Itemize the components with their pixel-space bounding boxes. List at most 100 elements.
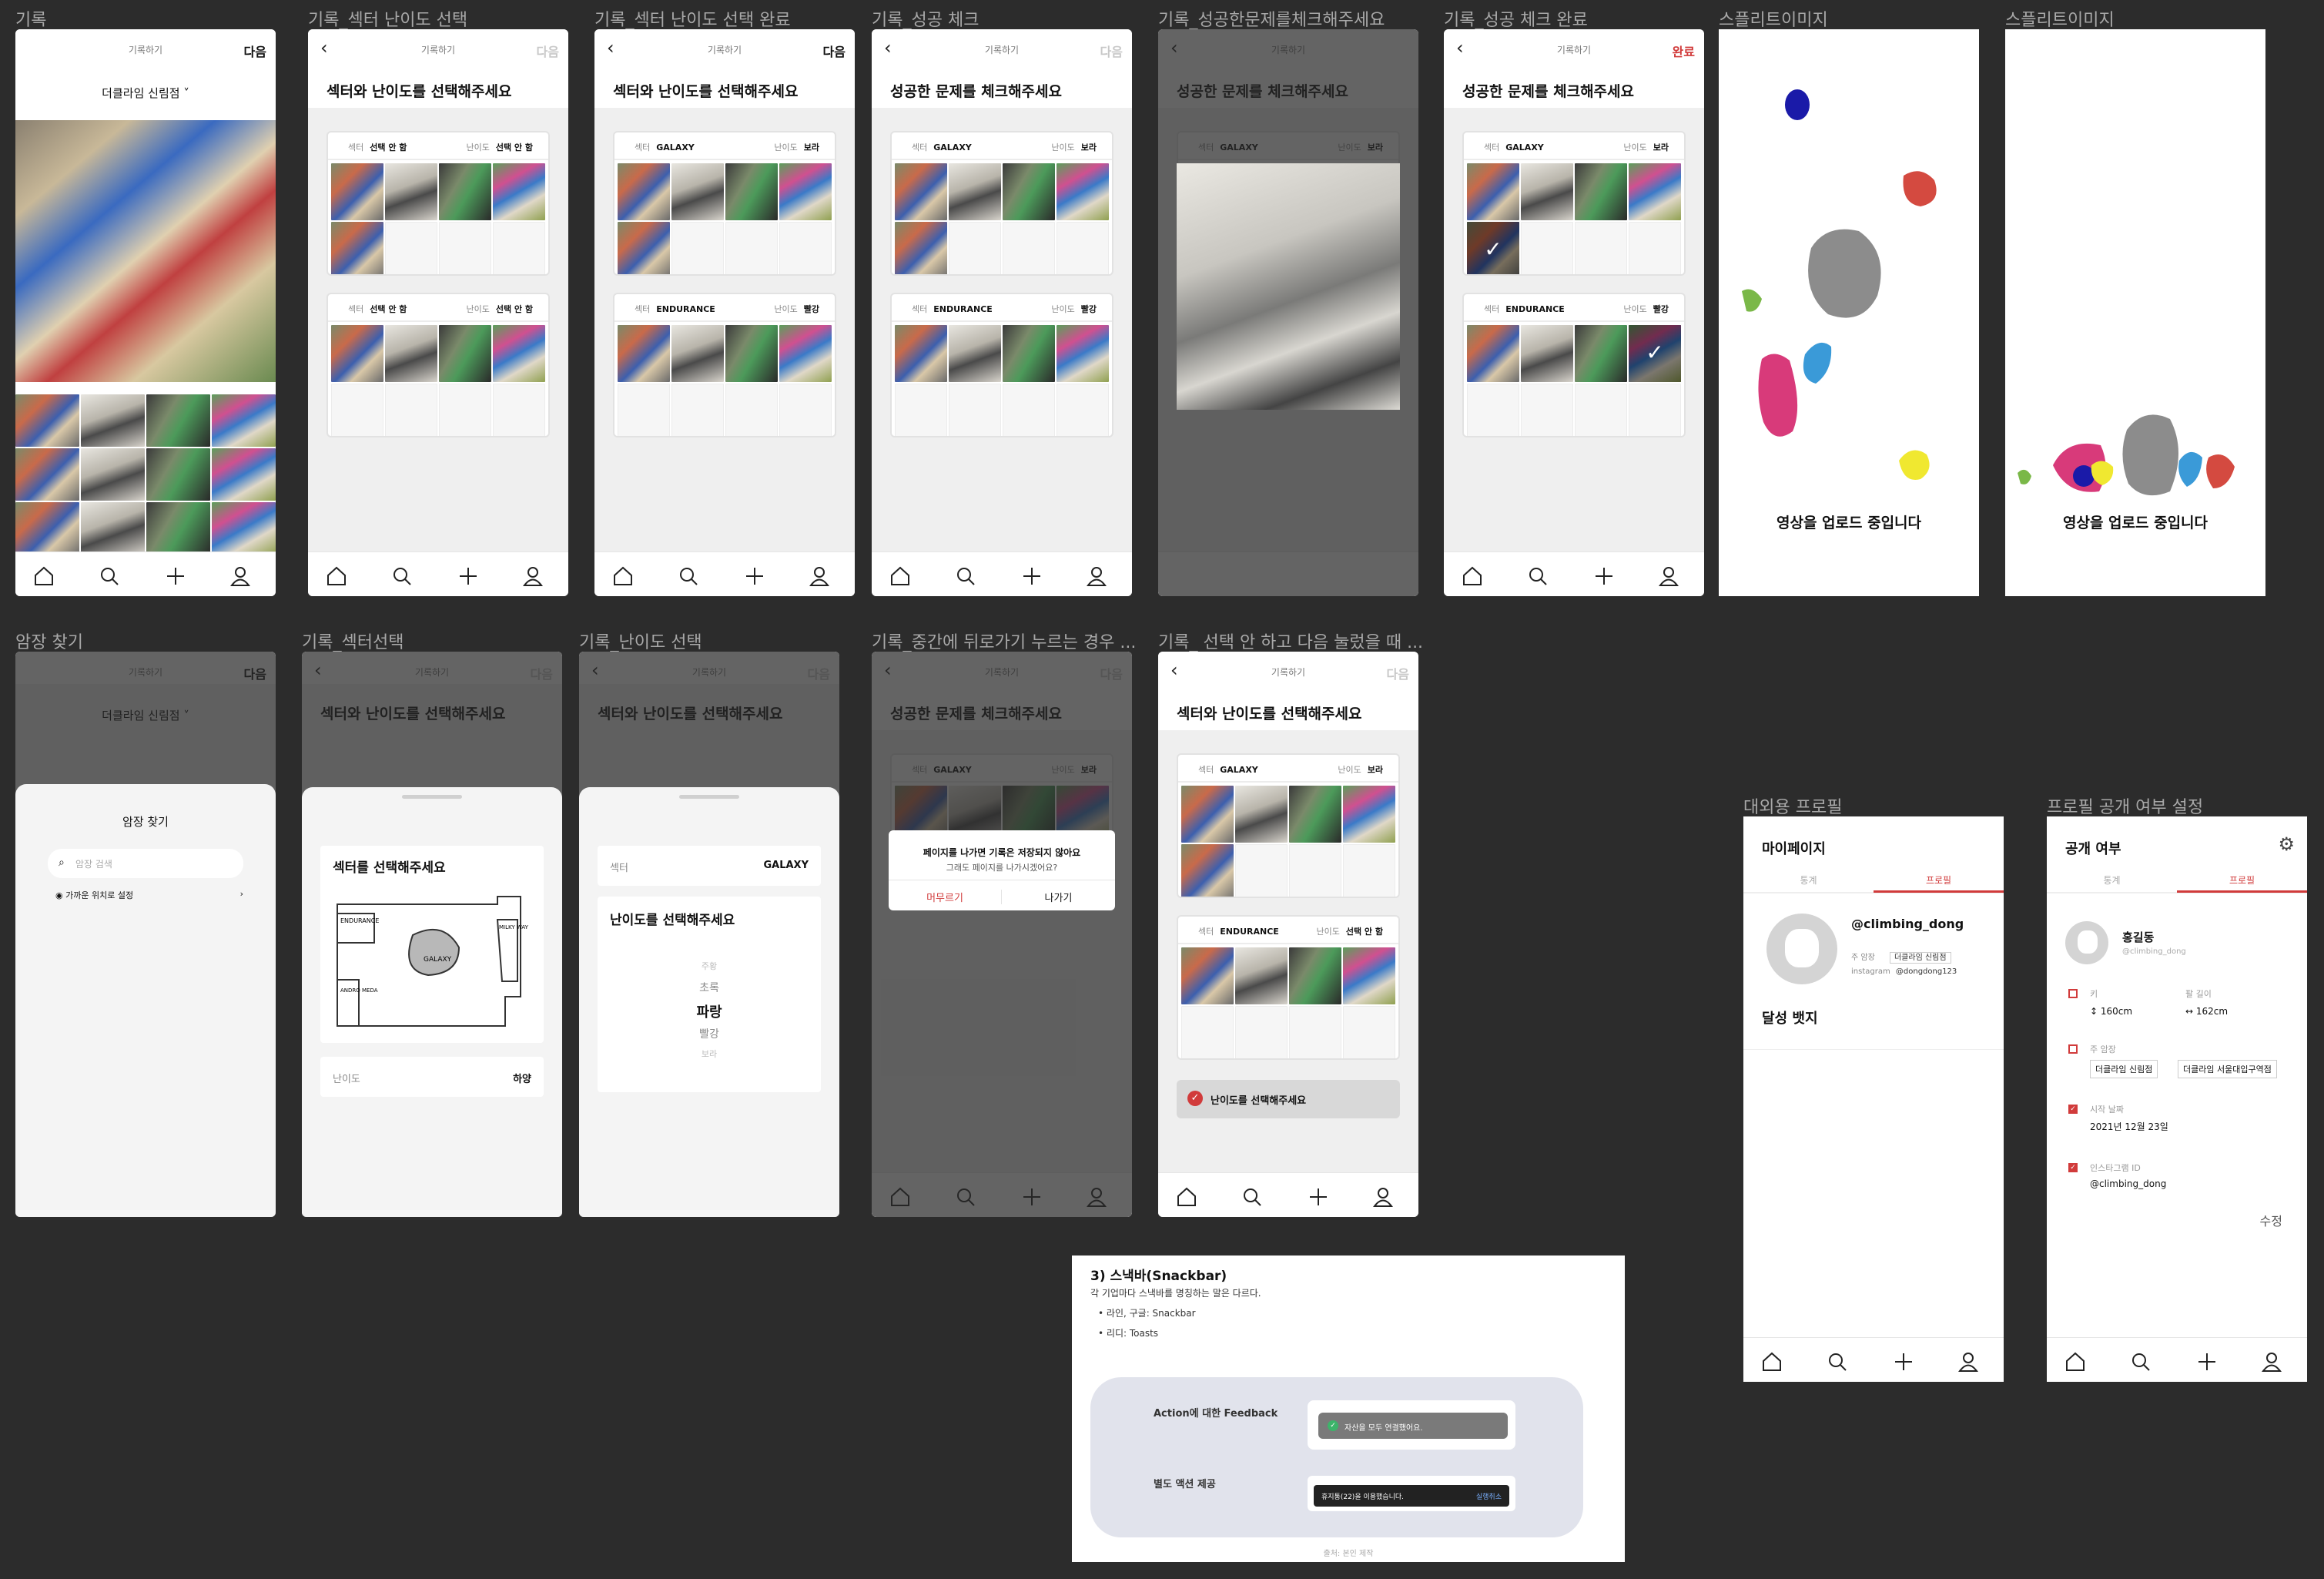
plus-icon[interactable] [164, 565, 187, 588]
plus-icon[interactable] [2195, 1350, 2219, 1373]
problem-card[interactable]: 섹터 GALAXY 난이도 보라 [1177, 753, 1400, 898]
search-icon[interactable] [1241, 1185, 1264, 1209]
tab-stats[interactable]: 통계 [1743, 873, 1874, 887]
search-input[interactable]: ⌕ 암장 검색 [48, 849, 243, 878]
done-button[interactable]: 완료 [1673, 42, 1695, 60]
plus-icon[interactable] [743, 565, 766, 588]
wheel-option[interactable]: 빨강 [598, 1026, 821, 1041]
checkbox-gym[interactable] [2068, 1044, 2078, 1054]
next-button[interactable]: 다음 [1100, 42, 1123, 60]
problem-card[interactable]: 섹터 ENDURANCE 난이도 빨강 [890, 293, 1113, 437]
user-icon[interactable] [2260, 1350, 2283, 1373]
checkbox-start-date[interactable]: ✓ [2068, 1105, 2078, 1114]
grade-row[interactable]: 난이도 하양 [320, 1057, 544, 1097]
exit-dialog: 페이지를 나가면 기록은 저장되지 않아요 그래도 페이지를 나가시겠어요? 머… [889, 830, 1115, 910]
snackbar-example-panel: Action에 대한 Feedback 별도 액션 제공 ✓ 자산을 모두 연결… [1090, 1377, 1583, 1537]
check-icon[interactable]: ✓ [1467, 222, 1519, 274]
screen-select-sector-grade: ‹ 기록하기 다음 섹터와 난이도를 선택해주세요 섹터 선택 안 함 난이도 선택 안 … [308, 29, 568, 596]
problem-card[interactable]: 섹터 ENDURANCE 난이도 빨강 [613, 293, 836, 437]
frame-label: 스플리트이미지 [2005, 11, 2115, 30]
photo-preview [1177, 163, 1400, 410]
frame-label: 기록_성공한문제를체크해주세요 [1158, 11, 1385, 30]
tab-stats[interactable]: 통계 [2047, 873, 2177, 887]
bottom-nav [308, 551, 568, 596]
home-icon[interactable] [1760, 1350, 1783, 1373]
wheel-option[interactable]: 주황 [598, 960, 821, 972]
gym-floor-map[interactable]: ENDURANCE GALAXY MILKY WAY ANDRO MEDA [328, 889, 536, 1028]
search-icon[interactable] [954, 565, 977, 588]
gym-chip: 더클라임 서울대입구역점 [2178, 1060, 2277, 1078]
wheel-option-selected[interactable]: 파랑 [598, 1001, 821, 1021]
screen-success-done: ‹ 기록하기 완료 성공한 문제를 체크해주세요 섹터 GALAXY 난이도 보라 ✓ 섹… [1444, 29, 1704, 596]
stay-button[interactable]: 머무르기 [889, 890, 1002, 904]
gym-selector[interactable]: 더클라임 신림점 ˅ [15, 85, 276, 101]
warning-snackbar: ✓ 난이도를 선택해주세요 [1177, 1080, 1400, 1118]
user-icon[interactable] [1957, 1350, 1980, 1373]
home-icon[interactable] [889, 565, 912, 588]
gym-name: 더클라임 신림점 [102, 86, 180, 100]
screen-gym-search: 기록하기다음 더클라임 신림점 ˅ 암장 찾기 ⌕ 암장 검색 ◉ 가까운 위치… [15, 652, 276, 1217]
home-icon[interactable] [1175, 1185, 1198, 1209]
page-title: 성공한 문제를 체크해주세요 [890, 83, 1062, 100]
plus-icon[interactable] [1892, 1350, 1915, 1373]
problem-card[interactable]: 섹터 GALAXY 난이도 보라 [613, 131, 836, 276]
problem-card[interactable]: 섹터 GALAXY 난이도 보라 [890, 131, 1113, 276]
leave-button[interactable]: 나가기 [1002, 890, 1115, 904]
user-icon[interactable] [229, 565, 252, 588]
gear-icon[interactable]: ⚙ [2278, 833, 2295, 855]
frame-label: 프로필 공개 여부 설정 [2047, 798, 2204, 817]
screen-grade-warning: ‹ 기록하기 다음 섹터와 난이도를 선택해주세요 섹터 GALAXY 난이도 보라 섹터… [1158, 652, 1418, 1217]
wheel-option[interactable]: 보라 [598, 1048, 821, 1060]
user-icon[interactable] [521, 565, 544, 588]
search-icon: ⌕ [59, 857, 65, 869]
plus-icon[interactable] [457, 565, 480, 588]
problem-card[interactable]: 섹터 선택 안 함 난이도 선택 안 함 [326, 293, 550, 437]
problem-card[interactable]: 섹터 GALAXY 난이도 보라 ✓ [1462, 131, 1686, 276]
undo-link[interactable]: 실행취소 [1476, 1491, 1502, 1501]
user-icon[interactable] [1371, 1185, 1395, 1209]
checkbox-instagram[interactable]: ✓ [2068, 1163, 2078, 1172]
next-button[interactable]: 다음 [244, 42, 266, 60]
plus-icon[interactable] [1592, 565, 1616, 588]
problem-card[interactable]: 섹터 선택 안 함 난이도 선택 안 함 [326, 131, 550, 276]
search-icon[interactable] [1826, 1350, 1849, 1373]
user-icon[interactable] [1657, 565, 1680, 588]
search-icon[interactable] [98, 565, 121, 588]
next-button[interactable]: 다음 [823, 42, 846, 60]
sector-row[interactable]: 섹터 GALAXY [598, 846, 821, 886]
screen-grade-picker: ‹기록하기다음 섹터와 난이도를 선택해주세요 섹터 GALAXY 난이도를 선… [579, 652, 839, 1217]
avatar [1766, 914, 1837, 984]
home-icon[interactable] [2064, 1350, 2087, 1373]
edit-button[interactable]: 수정 [2260, 1211, 2282, 1229]
nearby-location-button[interactable]: ◉ 가까운 위치로 설정 › [55, 889, 243, 901]
plus-icon[interactable] [1307, 1185, 1330, 1209]
next-button[interactable]: 다음 [1387, 664, 1409, 682]
home-icon[interactable] [325, 565, 348, 588]
tab-profile[interactable]: 프로필 [1874, 873, 2004, 887]
tab-profile[interactable]: 프로필 [2177, 873, 2307, 887]
problem-card[interactable]: 섹터 ENDURANCE 난이도 선택 안 함 [1177, 915, 1400, 1060]
search-icon[interactable] [677, 565, 700, 588]
page-title: 섹터와 난이도를 선택해주세요 [1177, 706, 1362, 722]
frame-label: 기록_ 선택 안 하고 다음 눌렀을 때 ... [1158, 633, 1424, 652]
next-button[interactable]: 다음 [537, 42, 559, 60]
checkbox-body[interactable] [2068, 989, 2078, 998]
home-icon[interactable] [1461, 565, 1484, 588]
search-icon[interactable] [1526, 565, 1549, 588]
check-icon[interactable]: ✓ [1629, 325, 1681, 382]
plus-icon[interactable] [1020, 565, 1043, 588]
home-icon[interactable] [611, 565, 635, 588]
toast-action: 휴지통(22)을 이용했습니다. 실행취소 [1314, 1485, 1509, 1507]
home-icon[interactable] [32, 565, 55, 588]
problem-card[interactable]: 섹터 ENDURANCE 난이도 빨강 ✓ [1462, 293, 1686, 437]
grade-wheel-card: 난이도를 선택해주세요 주황 초록 파랑 빨강 보라 [598, 897, 821, 1092]
frame-label: 기록_섹터 난이도 선택 완료 [594, 11, 791, 30]
screen-privacy-settings: 공개 여부 ⚙ 통계 프로필 홍길동 @climbing_dong 키 팔 길이… [2047, 816, 2307, 1382]
user-icon[interactable] [808, 565, 831, 588]
search-icon[interactable] [390, 565, 414, 588]
sector-label: MILKY WAY [499, 924, 529, 930]
user-icon[interactable] [1085, 565, 1108, 588]
wheel-option[interactable]: 초록 [598, 980, 821, 995]
search-icon[interactable] [2129, 1350, 2152, 1373]
screen-record-home: 기록하기 다음 더클라임 신림점 ˅ [15, 29, 276, 596]
